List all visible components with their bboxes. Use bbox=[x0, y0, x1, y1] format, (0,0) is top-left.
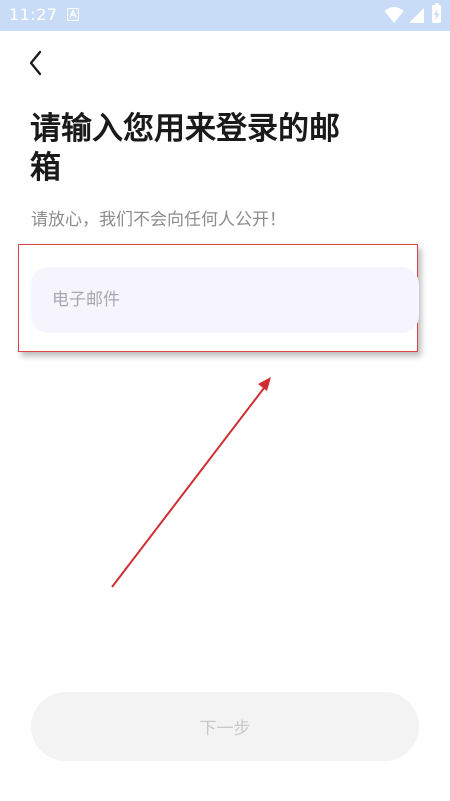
next-button[interactable]: 下一步 bbox=[31, 692, 419, 761]
annotation-arrow bbox=[111, 377, 271, 588]
